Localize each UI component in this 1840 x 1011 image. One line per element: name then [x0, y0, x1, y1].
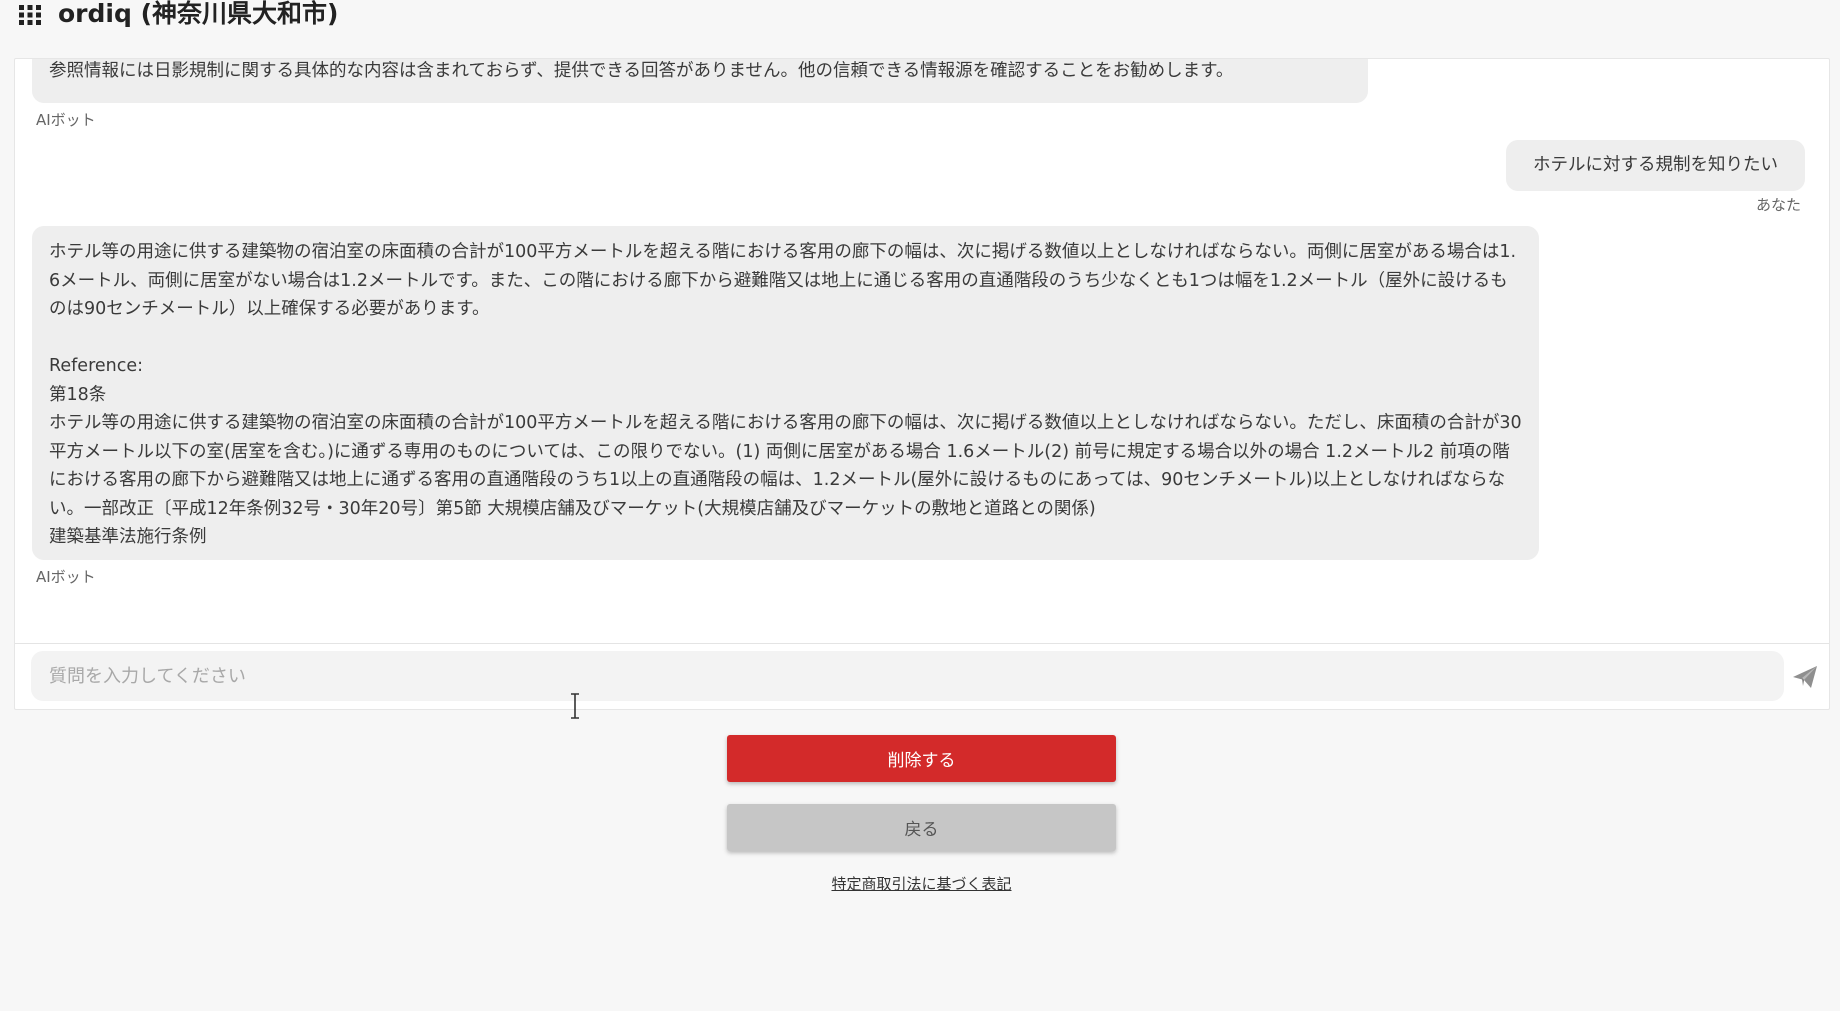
question-input-row	[31, 651, 1817, 701]
bot-message-bubble: 参照情報には日影規制に関する具体的な内容は含まれておらず、提供できる回答がありま…	[32, 59, 1368, 103]
reference-source: 建築基準法施行条例	[49, 527, 207, 547]
chat-message-list[interactable]: 参照情報には日影規制に関する具体的な内容は含まれておらず、提供できる回答がありま…	[15, 59, 1829, 644]
sender-label-bot: AIボット	[36, 111, 96, 129]
text-cursor-icon	[571, 693, 579, 719]
user-message-bubble: ホテルに対する規制を知りたい	[1506, 140, 1805, 191]
question-input[interactable]	[31, 651, 1784, 701]
bot-message-bubble: ホテル等の用途に供する建築物の宿泊室の床面積の合計が100平方メートルを超える階…	[32, 226, 1539, 560]
bot-answer-text: ホテル等の用途に供する建築物の宿泊室の床面積の合計が100平方メートルを超える階…	[49, 242, 1517, 319]
sender-label-user: あなた	[1755, 196, 1801, 214]
delete-button[interactable]: 削除する	[727, 735, 1116, 782]
reference-label: Reference:	[49, 356, 144, 376]
top-bar: ordiq (神奈川県大和市)	[0, 0, 1840, 30]
grid-icon[interactable]	[18, 4, 42, 26]
reference-article: 第18条	[49, 384, 107, 405]
legal-notice-link[interactable]: 特定商取引法に基づく表記	[721, 873, 1122, 894]
chat-panel: 参照情報には日影規制に関する具体的な内容は含まれておらず、提供できる回答がありま…	[14, 58, 1830, 710]
sender-label-bot: AIボット	[36, 568, 96, 586]
paper-plane-icon[interactable]	[1791, 663, 1819, 691]
bot-message-text: 参照情報には日影規制に関する具体的な内容は含まれておらず、提供できる回答がありま…	[49, 61, 1234, 81]
app-title: ordiq (神奈川県大和市)	[58, 0, 339, 28]
reference-text: ホテル等の用途に供する建築物の宿泊室の床面積の合計が100平方メートルを超える階…	[49, 413, 1522, 519]
back-button[interactable]: 戻る	[727, 804, 1116, 851]
user-message-text: ホテルに対する規制を知りたい	[1533, 155, 1778, 175]
